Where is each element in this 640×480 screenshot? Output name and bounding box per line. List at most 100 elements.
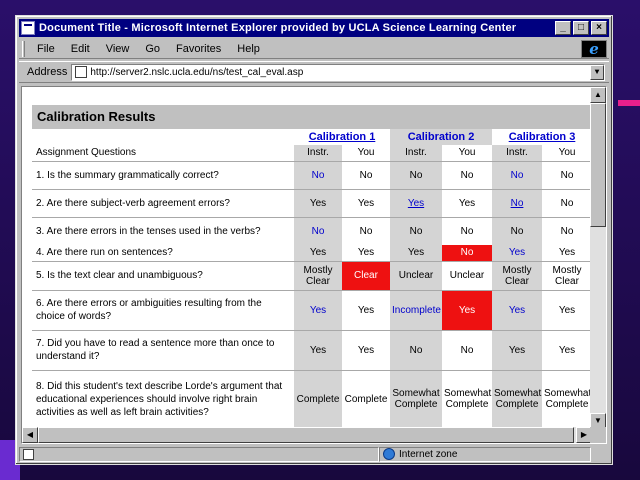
you-header: You (442, 145, 492, 161)
student-answer: Yes (542, 289, 592, 330)
vertical-scrollbar[interactable]: ▲ ▼ (590, 87, 606, 429)
menu-file[interactable]: File (29, 43, 63, 55)
title-bar[interactable]: Document Title - Microsoft Internet Expl… (19, 19, 609, 37)
table-row: 1. Is the summary grammatically correct?… (32, 160, 592, 189)
question-text: 4. Are there run on sentences? (36, 247, 173, 259)
table-row: 8. Did this student's text describe Lord… (32, 369, 592, 428)
student-answer: Yes (342, 245, 390, 261)
student-answer: No (542, 160, 592, 189)
menu-help[interactable]: Help (229, 43, 268, 55)
scrollbar-corner (590, 427, 606, 443)
page-heading: Calibration Results (32, 105, 592, 129)
question-text: 2. Are there subject-verb agreement erro… (32, 188, 294, 217)
horizontal-scroll-thumb[interactable] (38, 427, 574, 443)
horizontal-scrollbar[interactable]: ◀ ▶ (22, 427, 592, 443)
calibration-header-row: Calibration 1 Calibration 2 Calibration … (32, 129, 592, 145)
page-body: Calibration Results Calibration 1 Calibr… (32, 105, 592, 428)
student-answer: No (542, 188, 592, 217)
address-url: http://server2.nslc.ucla.edu/ns/test_cal… (90, 66, 304, 78)
page-icon (75, 66, 88, 78)
instr-answer: Somewhat Complete (390, 369, 442, 428)
calibration-1-link[interactable]: Calibration 1 (309, 131, 376, 143)
instr-answer: Yes (294, 188, 342, 217)
page-status-icon (23, 448, 34, 460)
instr-answer: Complete (294, 369, 342, 428)
instr-answer: No (390, 216, 442, 245)
ie-logo-icon: e (581, 40, 607, 58)
column-header-row: Assignment Questions Instr. You Instr. Y… (32, 145, 592, 161)
instr-answer: Yes (294, 289, 342, 330)
address-label: Address (27, 66, 68, 78)
menu-go[interactable]: Go (137, 43, 168, 55)
student-answer: Somewhat Complete (542, 369, 592, 428)
status-zone-pane: Internet zone (379, 446, 591, 462)
minimize-button[interactable]: _ (555, 21, 571, 35)
instr-answer: No (294, 216, 342, 245)
question-text: 6. Are there errors or ambiguities resul… (32, 289, 294, 330)
student-answer: No (442, 329, 492, 370)
menu-edit[interactable]: Edit (63, 43, 98, 55)
document-icon (21, 21, 35, 35)
question-text: 3. Are there errors in the tenses used i… (32, 216, 294, 245)
question-text: 5. Is the text clear and unambiguous? (32, 260, 294, 290)
student-answer: Mostly Clear (542, 260, 592, 290)
address-input[interactable]: http://server2.nslc.ucla.edu/ns/test_cal… (71, 63, 605, 81)
browser-window: Document Title - Microsoft Internet Expl… (15, 15, 613, 465)
maximize-button[interactable]: □ (573, 21, 589, 35)
menu-view[interactable]: View (98, 43, 138, 55)
student-answer: Yes (542, 245, 592, 261)
instr-answer: Yes (492, 329, 542, 370)
scroll-up-button[interactable]: ▲ (590, 87, 606, 103)
window-title: Document Title - Microsoft Internet Expl… (39, 22, 517, 34)
background-accent-line (618, 100, 640, 106)
status-message-pane (19, 446, 379, 462)
student-answer: Yes (442, 188, 492, 217)
calibration-3-link[interactable]: Calibration 3 (509, 131, 576, 143)
instr-answer: No (390, 329, 442, 370)
instr-answer: Yes (294, 245, 342, 261)
student-answer: No (542, 216, 592, 245)
student-answer: Unclear (442, 260, 492, 290)
scroll-left-button[interactable]: ◀ (22, 427, 38, 443)
student-answer-mismatch: Clear (342, 260, 390, 290)
toolbar-grip[interactable] (22, 40, 25, 57)
globe-icon (383, 448, 395, 460)
instr-answer: Unclear (390, 260, 442, 290)
student-answer-mismatch: Yes (442, 289, 492, 330)
zone-label: Internet zone (399, 448, 458, 460)
menu-bar: File Edit View Go Favorites Help e (19, 39, 609, 59)
instr-answer-link[interactable]: Yes (390, 188, 442, 217)
question-text: 8. Did this student's text describe Lord… (32, 369, 294, 428)
instr-answer: Mostly Clear (294, 260, 342, 290)
student-answer: Yes (342, 188, 390, 217)
student-answer: Yes (342, 289, 390, 330)
table-row: 7. Did you have to read a sentence more … (32, 329, 592, 370)
questions-header: Assignment Questions (36, 147, 137, 159)
table-row: 5. Is the text clear and unambiguous? Mo… (32, 260, 592, 290)
instr-answer: No (492, 160, 542, 189)
student-answer: Complete (342, 369, 390, 428)
student-answer: No (442, 160, 492, 189)
instr-answer-link[interactable]: No (492, 188, 542, 217)
instr-answer: Yes (294, 329, 342, 370)
instr-header: Instr. (492, 145, 542, 161)
student-answer-mismatch: No (442, 245, 492, 261)
page-content: Calibration Results Calibration 1 Calibr… (21, 86, 607, 444)
student-answer: No (342, 160, 390, 189)
instr-answer: No (390, 160, 442, 189)
instr-answer: No (492, 216, 542, 245)
table-row: 2. Are there subject-verb agreement erro… (32, 188, 592, 217)
address-dropdown-button[interactable]: ▼ (590, 64, 604, 80)
close-button[interactable]: × (591, 21, 607, 35)
instr-answer: Somewhat Complete (492, 369, 542, 428)
student-answer: No (442, 216, 492, 245)
menu-favorites[interactable]: Favorites (168, 43, 229, 55)
student-answer: Somewhat Complete (442, 369, 492, 428)
instr-answer: No (294, 160, 342, 189)
student-answer: Yes (342, 329, 390, 370)
vertical-scroll-thumb[interactable] (590, 103, 606, 227)
table-row: 6. Are there errors or ambiguities resul… (32, 289, 592, 330)
student-answer: No (342, 216, 390, 245)
you-header: You (342, 145, 390, 161)
instr-header: Instr. (294, 145, 342, 161)
